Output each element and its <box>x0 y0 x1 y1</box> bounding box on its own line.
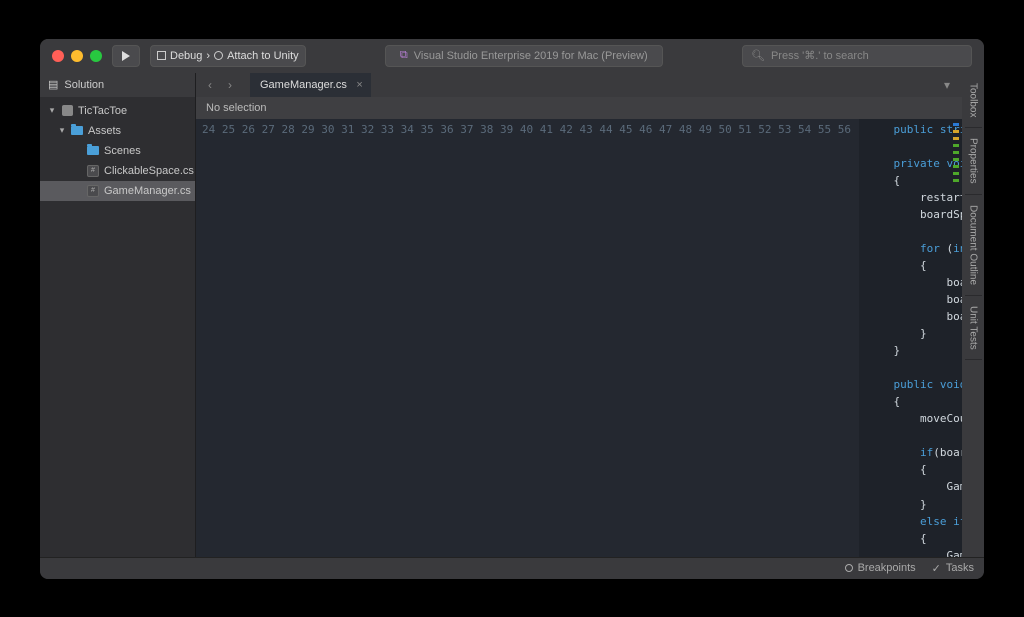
breadcrumb-text: No selection <box>206 102 267 114</box>
nav-back-button[interactable]: ‹ <box>202 77 218 93</box>
tree-label: GameManager.cs <box>104 185 191 197</box>
window-controls <box>52 50 102 62</box>
code-content[interactable]: public string CurrentPlayer { get; set; … <box>859 119 962 557</box>
rail-unit-tests[interactable]: Unit Tests <box>965 296 982 361</box>
right-rail: Toolbox Properties Document Outline Unit… <box>962 73 984 557</box>
rail-document-outline[interactable]: Document Outline <box>965 195 982 296</box>
search-icon: 🔍︎ <box>751 49 765 62</box>
close-tab-button[interactable]: × <box>356 79 362 91</box>
search-placeholder: Press '⌘.' to search <box>771 49 869 62</box>
tree-folder-scenes[interactable]: Scenes <box>40 141 195 161</box>
rail-toolbox[interactable]: Toolbox <box>965 73 982 128</box>
status-breakpoints[interactable]: Breakpoints <box>845 562 916 574</box>
vs-logo-icon: ⧉ <box>400 49 408 62</box>
tree-label: Assets <box>88 125 121 137</box>
tree-label: TicTacToe <box>78 105 127 117</box>
minimize-window-button[interactable] <box>71 50 83 62</box>
tree-file-clickablespace[interactable]: # ClickableSpace.cs <box>40 161 195 181</box>
change-markers <box>953 119 959 182</box>
tree-label: Scenes <box>104 145 141 157</box>
pin-icon[interactable]: ▾ <box>944 78 950 92</box>
solution-sidebar: ▤ Solution ▾ TicTacToe ▾ Assets Scenes <box>40 73 196 557</box>
check-icon: ✓ <box>932 562 941 575</box>
solution-tree: ▾ TicTacToe ▾ Assets Scenes # C <box>40 97 195 205</box>
chevron-right-icon: › <box>206 50 210 62</box>
line-gutter: 24 25 26 27 28 29 30 31 32 33 34 35 36 3… <box>196 119 859 557</box>
app-window: Debug › Attach to Unity ⧉ Visual Studio … <box>40 39 984 579</box>
nav-forward-button[interactable]: › <box>222 77 238 93</box>
breadcrumb[interactable]: No selection <box>196 97 962 119</box>
app-title-bar: ⧉ Visual Studio Enterprise 2019 for Mac … <box>385 45 663 67</box>
attach-label: Attach to Unity <box>227 50 299 62</box>
unity-project-icon <box>62 105 73 116</box>
solution-title: Solution <box>64 79 104 91</box>
breakpoint-icon <box>845 564 853 572</box>
tree-folder-assets[interactable]: ▾ Assets <box>40 121 195 141</box>
tree-project[interactable]: ▾ TicTacToe <box>40 101 195 121</box>
csharp-file-icon: # <box>87 165 99 177</box>
tab-title: GameManager.cs <box>260 79 347 91</box>
tree-file-gamemanager[interactable]: # GameManager.cs <box>40 181 195 201</box>
editor-tabbar: ‹ › GameManager.cs × ▾ <box>196 73 962 97</box>
code-area[interactable]: 24 25 26 27 28 29 30 31 32 33 34 35 36 3… <box>196 119 962 557</box>
csharp-file-icon: # <box>87 185 99 197</box>
chevron-down-icon: ▾ <box>48 105 56 116</box>
app-title-text: Visual Studio Enterprise 2019 for Mac (P… <box>414 50 648 62</box>
status-tasks[interactable]: ✓ Tasks <box>932 562 974 575</box>
editor: ‹ › GameManager.cs × ▾ No selection 24 2… <box>196 73 962 557</box>
search-input[interactable]: 🔍︎ Press '⌘.' to search <box>742 45 972 67</box>
folder-icon <box>87 146 99 155</box>
unity-target-icon <box>214 51 223 60</box>
titlebar: Debug › Attach to Unity ⧉ Visual Studio … <box>40 39 984 73</box>
run-button[interactable] <box>112 45 140 67</box>
statusbar: Breakpoints ✓ Tasks <box>40 557 984 579</box>
debug-config-selector[interactable]: Debug › Attach to Unity <box>150 45 306 67</box>
debug-config-label: Debug <box>170 50 202 62</box>
rail-properties[interactable]: Properties <box>965 128 982 195</box>
folder-icon <box>71 126 83 135</box>
solution-header[interactable]: ▤ Solution <box>40 73 195 97</box>
tree-label: ClickableSpace.cs <box>104 165 194 177</box>
close-window-button[interactable] <box>52 50 64 62</box>
editor-tab[interactable]: GameManager.cs × <box>250 73 371 97</box>
chevron-down-icon: ▾ <box>58 125 66 136</box>
maximize-window-button[interactable] <box>90 50 102 62</box>
solution-icon: ▤ <box>48 78 58 91</box>
